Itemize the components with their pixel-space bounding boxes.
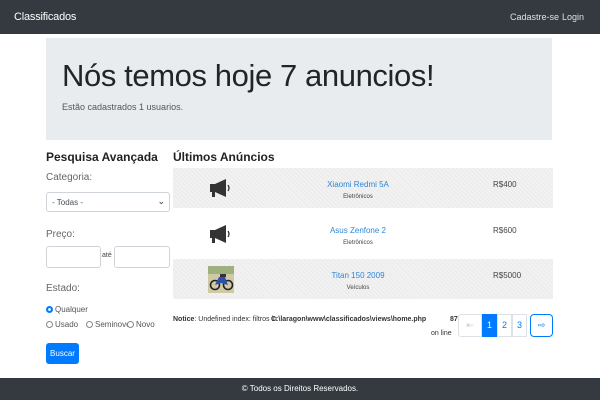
notice-line-number: 87 — [450, 316, 458, 323]
ad-title-link[interactable]: Asus Zenfone 2 — [283, 226, 433, 235]
state-radio-qualquer[interactable]: Qualquer — [46, 305, 88, 314]
price-max-input[interactable] — [114, 246, 170, 268]
pagination-page-2[interactable]: 2 — [497, 314, 512, 337]
price-label: Preço: — [46, 229, 75, 240]
register-link[interactable]: Cadastre-se — [510, 12, 559, 22]
ad-price: R$5000 — [493, 271, 522, 280]
price-to-label: até — [102, 252, 112, 259]
radio-icon — [86, 321, 93, 328]
ad-title-link[interactable]: Titan 150 2009 — [283, 271, 433, 280]
pagination-page-3[interactable]: 3 — [512, 314, 527, 337]
state-radio-usado[interactable]: Usado — [46, 320, 78, 329]
radio-checked-icon — [46, 306, 53, 313]
ad-row: Titan 150 2009 Veículos R$5000 — [173, 259, 553, 299]
ad-price: R$600 — [493, 226, 517, 235]
users-count-text: Estão cadastrados 1 usuarios. — [62, 102, 184, 112]
notice-file-suffix: on line — [431, 330, 452, 337]
jumbotron: Nós temos hoje 7 anuncios! Estão cadastr… — [46, 38, 552, 140]
state-radio-seminovo[interactable]: Seminovo — [86, 320, 131, 329]
ad-row: Xiaomi Redmi 5A Eletrônicos R$400 — [173, 168, 553, 208]
notice-message: : Undefined index: filtros in — [194, 316, 277, 323]
filters-title: Pesquisa Avançada — [46, 150, 158, 164]
ad-price: R$400 — [493, 180, 517, 189]
pagination-next[interactable]: ⇨ — [530, 314, 553, 337]
notice-file-path: C:\laragon\www\classificados\views\home.… — [271, 316, 427, 323]
php-notice: Notice: Undefined index: filtros in — [173, 316, 277, 323]
page-title: Nós temos hoje 7 anuncios! — [62, 58, 435, 93]
price-min-input[interactable] — [46, 246, 101, 268]
login-link[interactable]: Login — [562, 12, 584, 22]
state-option-label: Novo — [136, 320, 155, 329]
arrow-right-icon: ⇨ — [537, 320, 546, 330]
footer: © Todos os Direitos Reservados. — [0, 378, 600, 400]
ad-title-link[interactable]: Xiaomi Redmi 5A — [283, 180, 433, 189]
listing-title: Últimos Anúncios — [173, 150, 275, 164]
motorcycle-photo — [208, 266, 234, 293]
state-option-label: Usado — [55, 320, 79, 329]
ad-category: Eletrônicos — [343, 194, 373, 200]
pagination-page-1[interactable]: 1 — [482, 314, 497, 337]
chevron-down-icon: ⌄ — [157, 196, 165, 206]
radio-icon — [46, 321, 53, 328]
radio-icon — [127, 321, 134, 328]
brand-link[interactable]: Classificados — [14, 11, 76, 23]
arrow-left-icon: ⇤ — [466, 320, 474, 330]
state-label: Estado: — [46, 283, 80, 294]
search-button[interactable]: Buscar — [46, 343, 79, 364]
state-option-label: Seminovo — [95, 320, 131, 329]
navbar: Classificados Cadastre-se Login — [0, 0, 600, 34]
ad-row: Asus Zenfone 2 Eletrônicos R$600 — [173, 214, 553, 254]
pagination-prev[interactable]: ⇤ — [458, 314, 482, 337]
state-option-label: Qualquer — [55, 305, 88, 314]
ad-category: Eletrônicos — [343, 240, 373, 246]
notice-label: Notice — [173, 316, 195, 323]
megaphone-icon — [210, 179, 230, 197]
category-select-value: - Todas - — [52, 198, 83, 207]
ad-category: Veículos — [346, 285, 370, 291]
state-radio-novo[interactable]: Novo — [127, 320, 155, 329]
category-select[interactable]: - Todas - ⌄ — [46, 192, 170, 212]
category-label: Categoria: — [46, 172, 93, 183]
megaphone-icon — [210, 225, 230, 243]
